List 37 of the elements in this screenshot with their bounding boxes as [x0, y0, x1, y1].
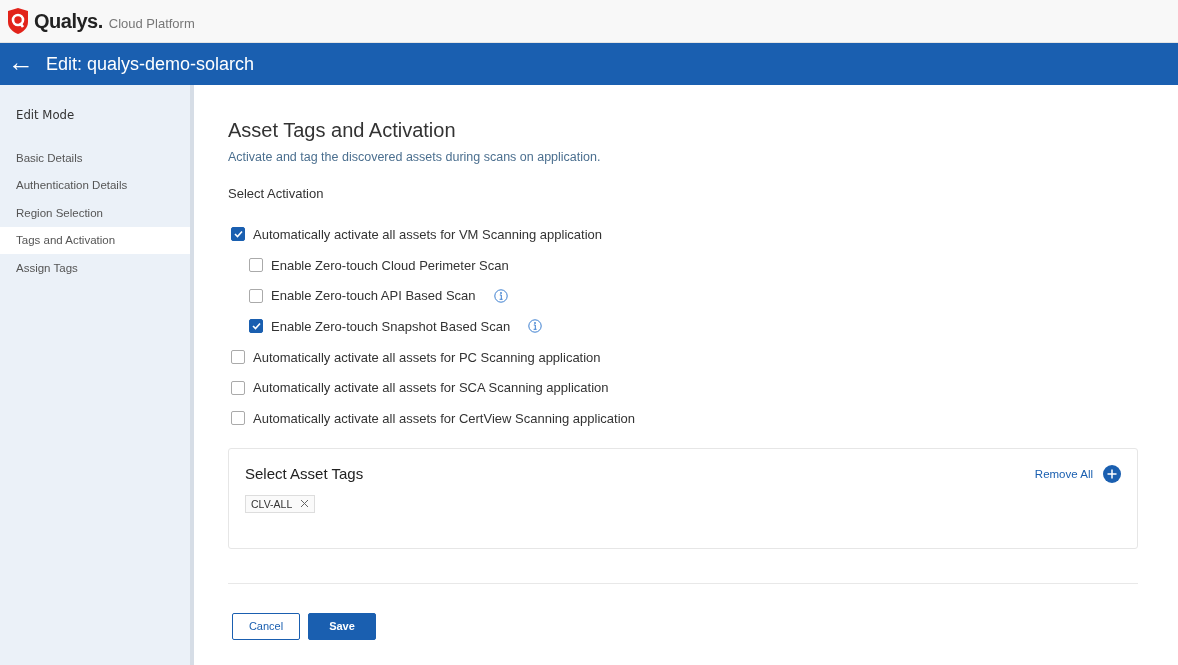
checkbox[interactable] [249, 288, 263, 303]
page-title: Asset Tags and Activation [228, 119, 457, 142]
info-icon[interactable] [493, 288, 508, 303]
sidebar-item[interactable]: Tags and Activation [0, 226, 190, 254]
product-name: Cloud Platform [108, 15, 195, 31]
add-icon[interactable] [1103, 464, 1121, 483]
option-label: Automatically activate all assets for VM Scanning application [253, 226, 602, 242]
checkbox[interactable] [231, 380, 245, 395]
checkbox[interactable] [249, 258, 263, 273]
page-header-title: Edit: qualys-demo-solarch [46, 53, 255, 75]
option-label: Automatically activate all assets for PC Scanning application [253, 349, 601, 365]
option-label: Enable Zero-touch Cloud Perimeter Scan [271, 257, 509, 273]
checkbox[interactable] [249, 319, 263, 334]
sidebar-heading: Edit Mode [15, 107, 76, 122]
info-icon[interactable] [528, 319, 543, 334]
tag-label: CLV-ALL [251, 497, 293, 510]
back-button[interactable]: ← [8, 49, 34, 75]
option-label: Automatically activate all assets for CertView Scanning application [253, 410, 635, 426]
cancel-button[interactable]: Cancel [232, 612, 300, 640]
page-subtitle: Activate and tag the discovered assets during scans on application. [228, 150, 602, 164]
card-title: Select Asset Tags [245, 465, 364, 483]
sidebar-item[interactable]: Region Selection [0, 199, 190, 227]
close-icon[interactable] [300, 499, 310, 509]
checkbox[interactable] [231, 411, 245, 426]
option-label: Enable Zero-touch API Based Scan [271, 288, 476, 304]
option-label: Enable Zero-touch Snapshot Based Scan [271, 318, 511, 334]
sidebar-item[interactable]: Authentication Details [0, 171, 190, 199]
section-label: Select Activation [228, 186, 325, 201]
checkbox[interactable] [231, 350, 245, 365]
sidebar-item[interactable]: Basic Details [0, 144, 190, 172]
checkbox[interactable] [231, 227, 245, 242]
shield-logo-icon [6, 7, 30, 35]
save-button[interactable]: Save [308, 612, 376, 640]
brand-name: Qualys. [34, 9, 103, 33]
sidebar-item[interactable]: Assign Tags [0, 254, 190, 282]
remove-all-link[interactable]: Remove All [1034, 467, 1093, 480]
option-label: Automatically activate all assets for SCA Scanning application [253, 380, 609, 396]
